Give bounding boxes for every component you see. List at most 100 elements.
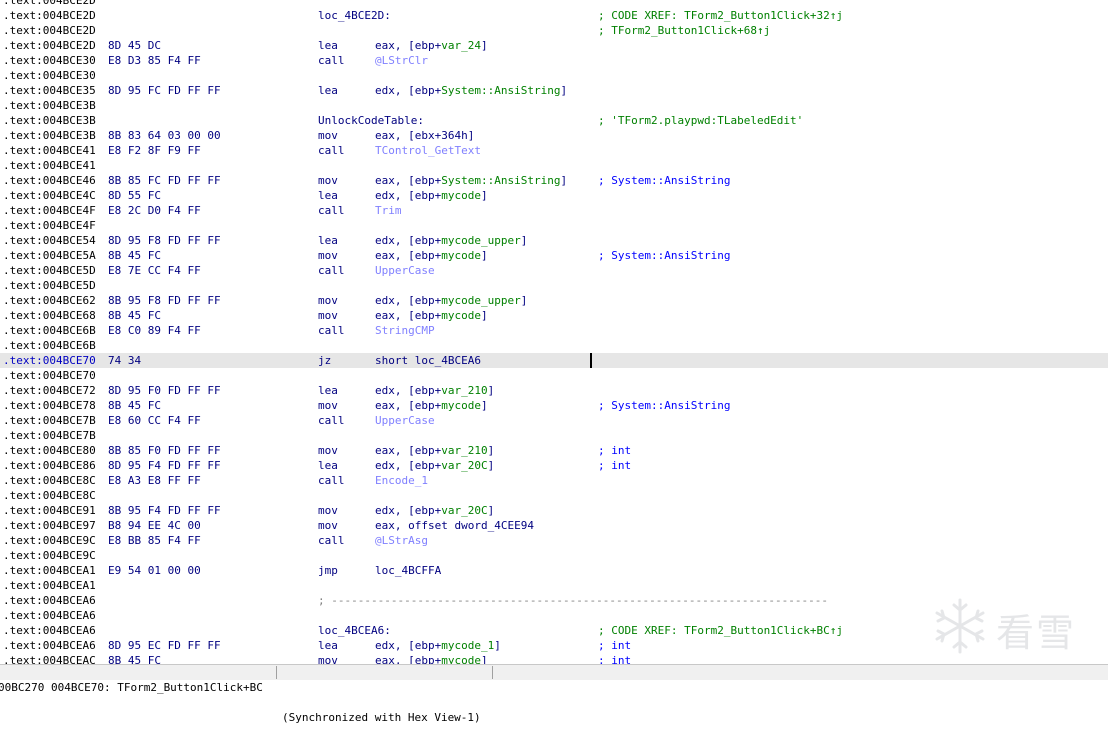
listing-line[interactable]: .text:004BCE62 8B 95 F8 FD FF FF mov edx, [… [0, 293, 1108, 308]
instruction-mnemonic[interactable]: mov [318, 128, 338, 143]
listing-line[interactable]: .text:004BCE41 [0, 158, 1108, 173]
instruction-mnemonic[interactable]: mov [318, 443, 338, 458]
line-address[interactable]: .text:004BCEA6 [3, 623, 96, 638]
listing-line[interactable]: .text:004BCE4F [0, 218, 1108, 233]
instruction-operands[interactable]: UpperCase [375, 413, 435, 428]
line-address[interactable]: .text:004BCE80 [3, 443, 96, 458]
listing-line[interactable]: .text:004BCE3B [0, 98, 1108, 113]
line-address[interactable]: .text:004BCE46 [3, 173, 96, 188]
instruction-mnemonic[interactable]: lea [318, 233, 338, 248]
listing-line[interactable]: .text:004BCEA1 [0, 578, 1108, 593]
variable-ref[interactable]: mycode [441, 309, 481, 322]
listing-line[interactable]: .text:004BCE30 [0, 68, 1108, 83]
function-ref[interactable]: @LStrAsg [375, 534, 428, 547]
listing-line[interactable]: .text:004BCE91 8B 95 F4 FD FF FF mov edx, [… [0, 503, 1108, 518]
variable-ref[interactable]: mycode_upper [441, 234, 520, 247]
instruction-operands[interactable]: eax, [ebp+var_24] [375, 38, 488, 53]
listing-line[interactable]: .text:004BCE80 8B 85 F0 FD FF FF mov eax, [… [0, 443, 1108, 458]
function-ref[interactable]: StringCMP [375, 324, 435, 337]
line-address[interactable]: .text:004BCE3B [3, 98, 96, 113]
instruction-mnemonic[interactable]: call [318, 203, 345, 218]
instruction-mnemonic[interactable]: lea [318, 83, 338, 98]
variable-ref[interactable]: var_24 [441, 39, 481, 52]
listing-line[interactable]: .text:004BCE6B [0, 338, 1108, 353]
instruction-mnemonic[interactable]: call [318, 53, 345, 68]
instruction-operands[interactable]: short loc_4BCEA6 [375, 353, 481, 368]
variable-ref[interactable]: var_20C [441, 504, 487, 517]
instruction-operands[interactable]: eax, [ebp+mycode] [375, 308, 488, 323]
line-address[interactable]: .text:004BCE3B [3, 113, 96, 128]
line-address[interactable]: .text:004BCE7B [3, 428, 96, 443]
listing-line[interactable]: .text:004BCE72 8D 95 F0 FD FF FF lea edx, [… [0, 383, 1108, 398]
instruction-mnemonic[interactable]: lea [318, 458, 338, 473]
variable-ref[interactable]: System::AnsiString [441, 174, 560, 187]
instruction-mnemonic[interactable]: lea [318, 188, 338, 203]
instruction-operands[interactable]: UpperCase [375, 263, 435, 278]
variable-ref[interactable]: System::AnsiString [441, 84, 560, 97]
function-ref[interactable]: UpperCase [375, 264, 435, 277]
line-address[interactable]: .text:004BCE9C [3, 533, 96, 548]
instruction-operands[interactable]: StringCMP [375, 323, 435, 338]
variable-ref[interactable]: var_210 [441, 384, 487, 397]
function-ref[interactable]: Encode_1 [375, 474, 428, 487]
instruction-operands[interactable]: eax, [ebp+mycode] [375, 248, 488, 263]
variable-ref[interactable]: mycode_upper [441, 294, 520, 307]
line-address[interactable]: .text:004BCE78 [3, 398, 96, 413]
instruction-operands[interactable]: @LStrAsg [375, 533, 428, 548]
function-ref[interactable]: Trim [375, 204, 402, 217]
function-ref[interactable]: TControl_GetText [375, 144, 481, 157]
listing-line[interactable]: .text:004BCE86 8D 95 F4 FD FF FF lea edx, [… [0, 458, 1108, 473]
instruction-mnemonic[interactable]: jz [318, 353, 331, 368]
listing-line[interactable]: .text:004BCE41 E8 F2 8F F9 FF call TControl… [0, 143, 1108, 158]
listing-line[interactable]: .text:004BCE30 E8 D3 85 F4 FF call @LStrClr [0, 53, 1108, 68]
listing-line[interactable]: .text:004BCE8C [0, 488, 1108, 503]
code-label[interactable]: loc_4BCEA6: [318, 623, 391, 638]
line-address[interactable]: .text:004BCE6B [3, 338, 96, 353]
instruction-mnemonic[interactable]: call [318, 323, 345, 338]
instruction-operands[interactable]: edx, [ebp+mycode_upper] [375, 233, 527, 248]
instruction-mnemonic[interactable]: call [318, 533, 345, 548]
code-label[interactable]: loc_4BCE2D: [318, 8, 391, 23]
instruction-mnemonic[interactable]: call [318, 263, 345, 278]
line-address[interactable]: .text:004BCE5D [3, 263, 96, 278]
instruction-operands[interactable]: edx, [ebp+var_20C] [375, 503, 494, 518]
line-address[interactable]: .text:004BCE8C [3, 473, 96, 488]
code-label[interactable]: UnlockCodeTable: [318, 113, 424, 128]
disassembly-listing[interactable]: .text:004BCE2D .text:004BCE2D loc_4BCE2D:;… [0, 0, 1108, 668]
line-address[interactable]: .text:004BCE6B [3, 323, 96, 338]
instruction-operands[interactable]: edx, [ebp+mycode] [375, 188, 488, 203]
line-address[interactable]: .text:004BCE86 [3, 458, 96, 473]
listing-line[interactable]: .text:004BCE4C 8D 55 FC lea edx, [ebp+mycod… [0, 188, 1108, 203]
line-address[interactable]: .text:004BCE68 [3, 308, 96, 323]
listing-line[interactable]: .text:004BCE3B 8B 83 64 03 00 00 mov eax, [… [0, 128, 1108, 143]
listing-line[interactable]: .text:004BCE8C E8 A3 E8 FF FF call Encode_1 [0, 473, 1108, 488]
line-address[interactable]: .text:004BCE7B [3, 413, 96, 428]
line-address[interactable]: .text:004BCE70 [3, 353, 96, 368]
instruction-mnemonic[interactable]: jmp [318, 563, 338, 578]
listing-line[interactable]: .text:004BCE2D ; TForm2_Button1Click+68↑j [0, 23, 1108, 38]
line-address[interactable]: .text:004BCEA1 [3, 563, 96, 578]
listing-line[interactable]: .text:004BCEA1 E9 54 01 00 00 jmp loc_4BCFF… [0, 563, 1108, 578]
instruction-mnemonic[interactable]: lea [318, 638, 338, 653]
listing-line[interactable]: .text:004BCE5D E8 7E CC F4 FF call UpperCas… [0, 263, 1108, 278]
line-address[interactable]: .text:004BCE4C [3, 188, 96, 203]
instruction-operands[interactable]: eax, [ebp+System::AnsiString] [375, 173, 567, 188]
listing-line[interactable]: .text:004BCE68 8B 45 FC mov eax, [ebp+mycod… [0, 308, 1108, 323]
listing-line[interactable]: .text:004BCE7B [0, 428, 1108, 443]
listing-line[interactable]: .text:004BCE9C [0, 548, 1108, 563]
line-address[interactable]: .text:004BCE8C [3, 488, 96, 503]
line-address[interactable]: .text:004BCE5A [3, 248, 96, 263]
line-address[interactable]: .text:004BCE72 [3, 383, 96, 398]
listing-line[interactable]: .text:004BCE2D loc_4BCE2D: ; CODE XREF: TF… [0, 8, 1108, 23]
instruction-operands[interactable]: edx, [ebp+System::AnsiString] [375, 83, 567, 98]
instruction-operands[interactable]: Encode_1 [375, 473, 428, 488]
variable-ref[interactable]: mycode [441, 249, 481, 262]
line-address[interactable]: .text:004BCE2D [3, 8, 96, 23]
line-address[interactable]: .text:004BCE91 [3, 503, 96, 518]
line-address[interactable]: .text:004BCE4F [3, 203, 96, 218]
instruction-operands[interactable]: eax, [ebp+mycode] [375, 398, 488, 413]
listing-line[interactable]: .text:004BCE6B E8 C0 89 F4 FF call StringCM… [0, 323, 1108, 338]
instruction-mnemonic[interactable]: mov [318, 173, 338, 188]
instruction-operands[interactable]: loc_4BCFFA [375, 563, 441, 578]
line-address[interactable]: .text:004BCE41 [3, 143, 96, 158]
